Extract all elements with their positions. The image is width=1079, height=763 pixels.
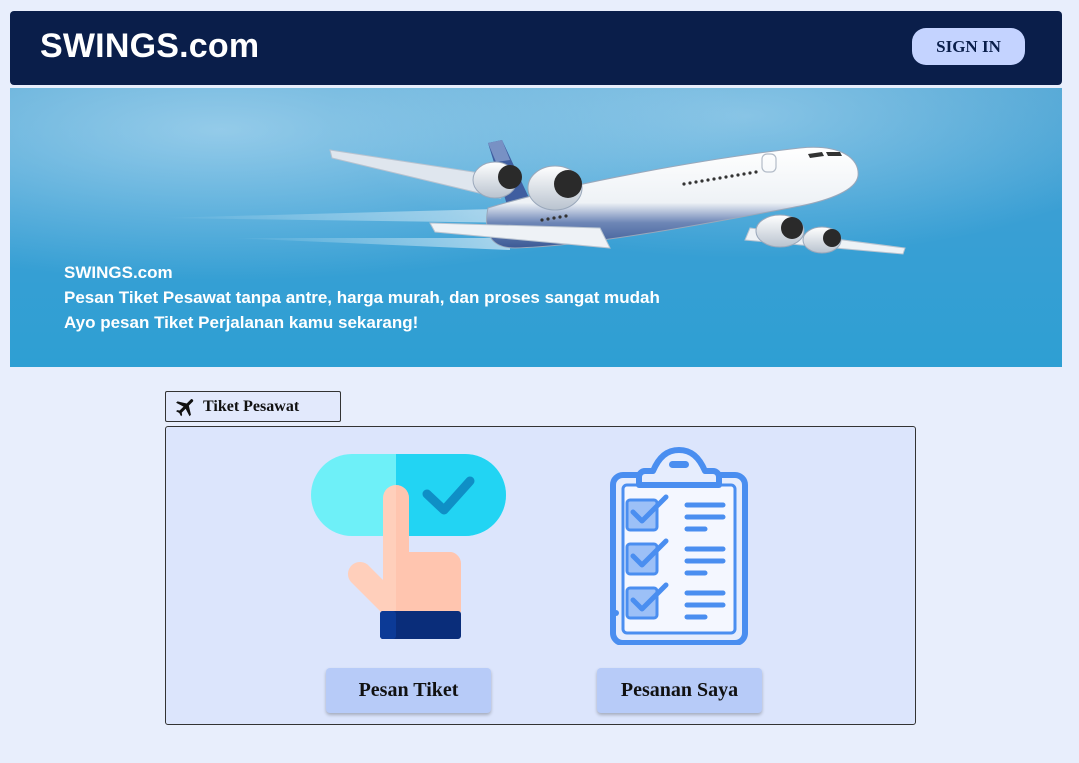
tap-checkmark-icon: [311, 454, 506, 639]
pesanan-saya-button[interactable]: Pesanan Saya: [597, 668, 762, 713]
hero-banner: SWINGS.com Pesan Tiket Pesawat tanpa ant…: [10, 88, 1062, 367]
top-navbar: SWINGS.com SIGN IN: [10, 11, 1062, 85]
sign-in-button[interactable]: SIGN IN: [912, 28, 1025, 65]
tiket-pesawat-panel: Pesan Tiket Pesanan Saya: [165, 426, 916, 725]
hero-title: SWINGS.com: [64, 263, 173, 282]
hero-text: SWINGS.com Pesan Tiket Pesawat tanpa ant…: [64, 260, 660, 335]
clipboard-checklist-icon: [610, 447, 748, 645]
hero-call-to-action: Ayo pesan Tiket Perjalanan kamu sekarang…: [64, 313, 419, 332]
pesan-tiket-button[interactable]: Pesan Tiket: [326, 668, 491, 713]
hero-tagline: Pesan Tiket Pesawat tanpa antre, harga m…: [64, 288, 660, 307]
tab-label: Tiket Pesawat: [203, 398, 300, 415]
brand-logo[interactable]: SWINGS.com: [40, 27, 259, 66]
airplane-icon: [173, 395, 199, 424]
tab-tiket-pesawat[interactable]: Tiket Pesawat: [165, 391, 341, 422]
